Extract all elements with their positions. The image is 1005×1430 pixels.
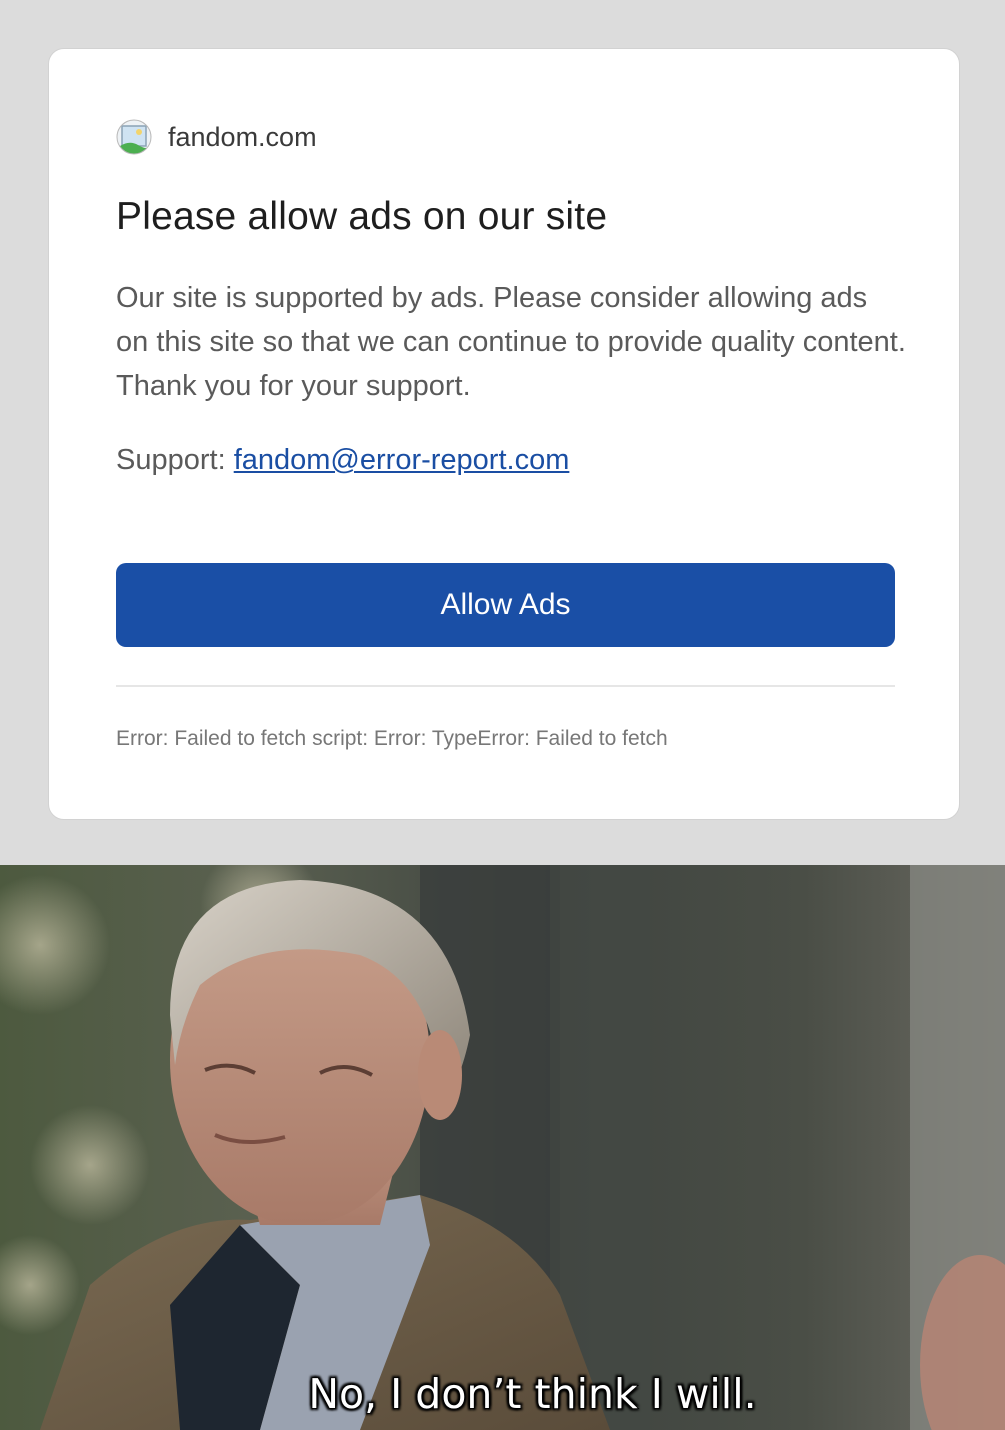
allow-ads-button[interactable]: Allow Ads	[116, 563, 895, 647]
site-row: fandom.com	[116, 119, 317, 155]
dialog-message: Our site is supported by ads. Please con…	[116, 282, 906, 402]
dialog-title: Please allow ads on our site	[116, 195, 608, 238]
site-name: fandom.com	[168, 121, 317, 152]
support-email-link[interactable]: fandom@error-report.com	[234, 444, 570, 476]
ad-block-dialog: fandom.com Please allow ads on our site …	[48, 48, 960, 820]
support-line: Support: fandom@error-report.com	[116, 444, 569, 477]
meme-photo	[0, 865, 1005, 1430]
meme-caption: No, I don’t think I will.	[308, 1369, 758, 1419]
support-label: Support:	[116, 444, 226, 476]
error-message: Error: Failed to fetch script: Error: Ty…	[116, 727, 668, 750]
divider	[116, 685, 895, 687]
image-placeholder-icon	[116, 119, 152, 155]
dialog-backdrop: fandom.com Please allow ads on our site …	[0, 0, 1005, 865]
